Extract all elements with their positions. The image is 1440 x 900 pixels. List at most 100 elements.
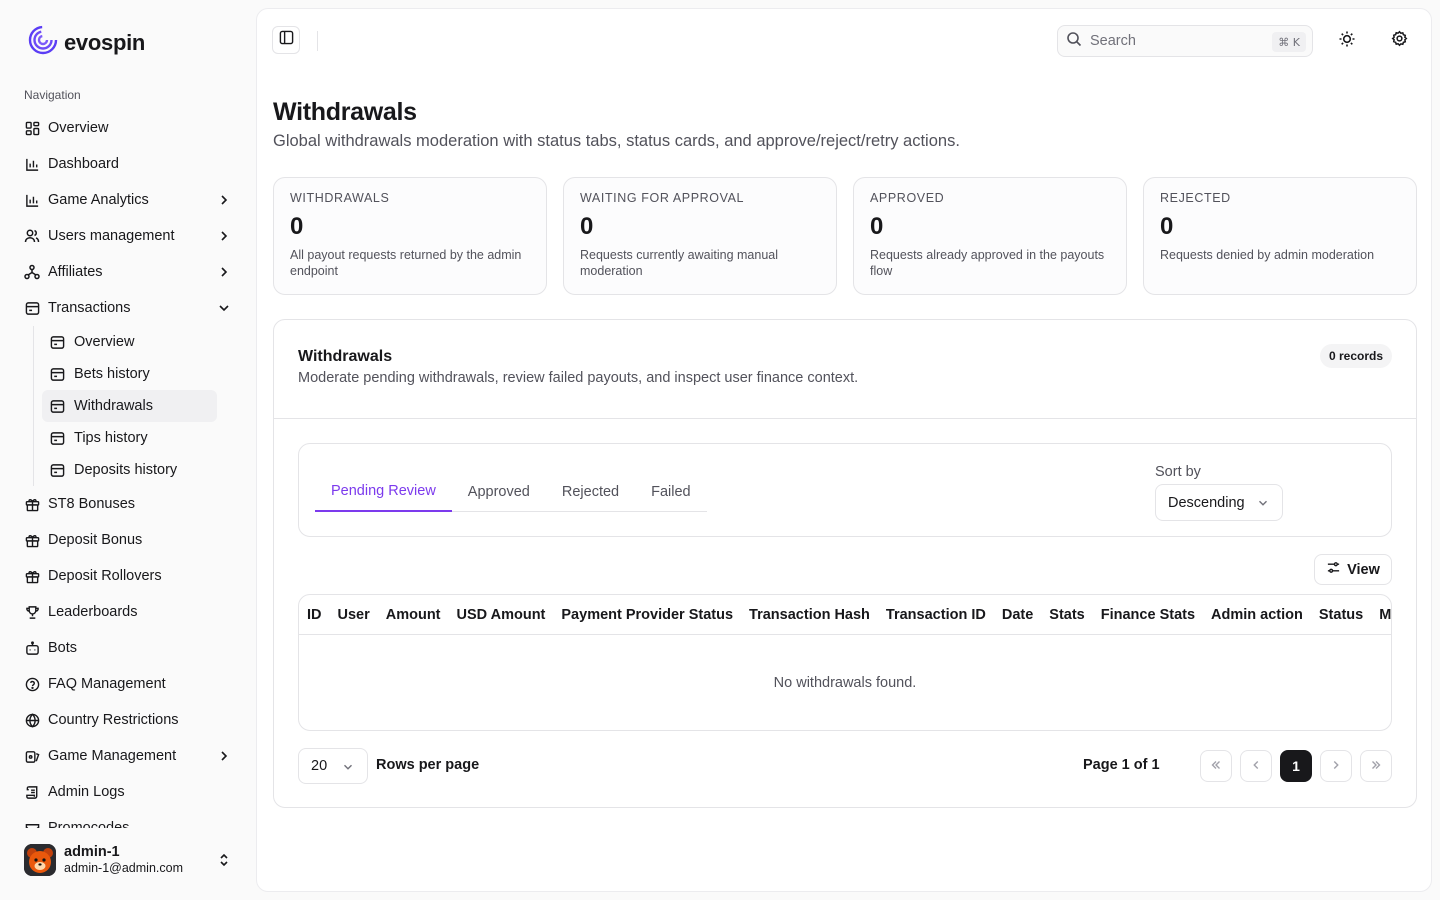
tab-pending-review[interactable]: Pending Review — [315, 472, 452, 512]
chevron-right-icon — [1329, 758, 1343, 775]
bar-chart-icon — [24, 192, 40, 208]
column-header[interactable]: Admin action — [1211, 607, 1319, 623]
subnav-item-tips-history[interactable]: Tips history — [42, 422, 217, 454]
column-header[interactable]: Transaction Hash — [749, 607, 886, 623]
subnav-item-label: Deposits history — [74, 462, 178, 478]
nav-item-game-analytics[interactable]: Game Analytics — [16, 182, 240, 218]
column-header[interactable]: More info — [1379, 607, 1391, 623]
nav-item-users-management[interactable]: Users management — [16, 218, 240, 254]
tab-failed[interactable]: Failed — [635, 472, 707, 512]
previous-page-button[interactable] — [1240, 750, 1272, 782]
subnav-item-withdrawals[interactable]: Withdrawals — [42, 390, 217, 422]
chevron-down-icon — [1256, 496, 1270, 514]
nav-item-dashboard[interactable]: Dashboard — [16, 146, 240, 182]
theme-toggle-button[interactable] — [1333, 27, 1361, 55]
nav-item-transactions[interactable]: Transactions — [16, 290, 240, 326]
column-header[interactable]: Finance Stats — [1101, 607, 1211, 623]
view-label: View — [1347, 561, 1380, 578]
column-header[interactable]: Amount — [386, 607, 457, 623]
nav-item-admin-logs[interactable]: Admin Logs — [16, 774, 240, 810]
nav-item-label: FAQ Management — [48, 676, 166, 692]
search-icon — [1066, 31, 1082, 52]
chevron-right-icon — [216, 228, 232, 244]
page-info: Page 1 of 1 — [1083, 757, 1160, 773]
bar-chart-icon — [24, 156, 40, 172]
chevron-left-icon — [1249, 758, 1263, 775]
page-title: Withdrawals — [273, 98, 417, 126]
nav-item-label: Game Analytics — [48, 192, 149, 208]
gift-icon — [24, 496, 40, 512]
sliders-icon — [1326, 560, 1341, 579]
brand-logo[interactable]: evospin — [28, 25, 145, 60]
stat-card-approved: APPROVED 0 Requests already approved in … — [853, 177, 1127, 295]
stat-card-label: APPROVED — [870, 191, 945, 205]
nav-item-deposit-rollovers[interactable]: Deposit Rollovers — [16, 558, 240, 594]
nav-item-label: Leaderboards — [48, 604, 138, 620]
column-header[interactable]: ID — [307, 607, 338, 623]
nav-item-faq-management[interactable]: FAQ Management — [16, 666, 240, 702]
column-header[interactable]: Stats — [1049, 607, 1100, 623]
nav-item-country-restrictions[interactable]: Country Restrictions — [16, 702, 240, 738]
network-icon — [24, 264, 40, 280]
avatar — [24, 844, 56, 876]
chevron-right-icon — [216, 264, 232, 280]
sidebar-toggle-button[interactable] — [272, 26, 300, 54]
tab-approved[interactable]: Approved — [452, 472, 546, 512]
rows-per-page-select[interactable]: 20 — [298, 748, 368, 784]
first-page-button[interactable] — [1200, 750, 1232, 782]
column-header[interactable]: Date — [1002, 607, 1049, 623]
search-input[interactable]: Search ⌘ K — [1057, 25, 1313, 57]
nav-item-st8-bonuses[interactable]: ST8 Bonuses — [16, 486, 240, 522]
view-options-button[interactable]: View — [1314, 554, 1392, 585]
nav-item-leaderboards[interactable]: Leaderboards — [16, 594, 240, 630]
subnav-item-deposits-history[interactable]: Deposits history — [42, 454, 217, 486]
sun-icon — [1338, 30, 1356, 53]
nav-item-deposit-bonus[interactable]: Deposit Bonus — [16, 522, 240, 558]
nav-item-label: Overview — [48, 120, 109, 136]
user-email: admin-1@admin.com — [64, 861, 183, 875]
settings-button[interactable] — [1385, 27, 1413, 55]
subnav-item-overview[interactable]: Overview — [42, 326, 217, 358]
nav-item-label: Admin Logs — [48, 784, 125, 800]
subnav-item-bets-history[interactable]: Bets history — [42, 358, 217, 390]
chevrons-left-icon — [1209, 758, 1223, 775]
column-header[interactable]: USD Amount — [457, 607, 562, 623]
last-page-button[interactable] — [1360, 750, 1392, 782]
stat-card-description: All payout requests returned by the admi… — [290, 248, 522, 278]
globe-icon — [24, 712, 40, 728]
records-badge: 0 records — [1319, 344, 1392, 368]
page-subtitle: Global withdrawals moderation with statu… — [273, 132, 960, 150]
search-placeholder: Search — [1090, 33, 1136, 49]
nav-item-overview[interactable]: Overview — [16, 110, 240, 146]
nav-item-label: Bots — [48, 640, 78, 656]
transactions-submenu: Overview Bets history Withdrawals Tips h… — [33, 326, 240, 486]
tab-rejected[interactable]: Rejected — [546, 472, 635, 512]
chevron-down-icon — [341, 760, 355, 778]
column-header[interactable]: Payment Provider Status — [561, 607, 749, 623]
sort-select[interactable]: Descending — [1155, 484, 1283, 521]
next-page-button[interactable] — [1320, 750, 1352, 782]
nav-item-promocodes[interactable]: Promocodes — [16, 810, 240, 828]
brand-name: evospin — [64, 29, 146, 55]
column-header[interactable]: Status — [1319, 607, 1379, 623]
gift-icon — [24, 568, 40, 584]
panel-subtitle: Moderate pending withdrawals, review fai… — [298, 370, 859, 386]
nav-item-game-management[interactable]: Game Management — [16, 738, 240, 774]
stat-card-description: Requests denied by admin moderation — [1160, 248, 1375, 262]
chevron-down-icon — [216, 300, 232, 316]
filter-bar: Pending Review Approved Rejected Failed … — [298, 443, 1392, 537]
user-menu[interactable]: admin-1 admin-1@admin.com — [24, 842, 240, 878]
subnav-item-label: Overview — [74, 334, 135, 350]
user-info: admin-1 admin-1@admin.com — [64, 844, 183, 876]
stat-card-value: 0 — [1160, 213, 1174, 240]
stat-card-value: 0 — [870, 213, 884, 240]
stat-card-rejected: REJECTED 0 Requests denied by admin mode… — [1143, 177, 1417, 295]
current-page-button[interactable]: 1 — [1280, 750, 1312, 782]
nav-item-bots[interactable]: Bots — [16, 630, 240, 666]
nav-item-affiliates[interactable]: Affiliates — [16, 254, 240, 290]
column-header[interactable]: User — [338, 607, 386, 623]
column-header[interactable]: Transaction ID — [886, 607, 1002, 623]
wallet-icon — [50, 430, 66, 446]
stat-card-withdrawals: WITHDRAWALS 0 All payout requests return… — [273, 177, 547, 295]
stat-card-description: Requests currently awaiting manual moder… — [580, 248, 779, 278]
